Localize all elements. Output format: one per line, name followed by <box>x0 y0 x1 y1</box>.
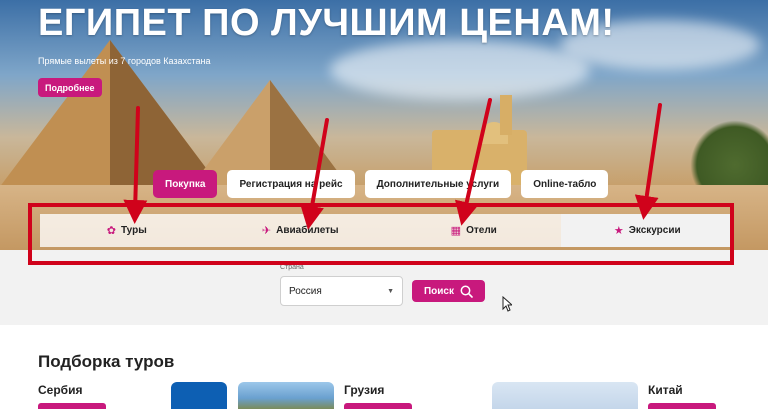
tour-card-image[interactable] <box>238 382 334 409</box>
plane-icon: ✈ <box>261 225 272 237</box>
checkin-button[interactable]: Регистрация на рейс <box>227 170 355 198</box>
tab-label: Туры <box>120 225 147 236</box>
section-title: Подборка туров <box>38 352 175 371</box>
tour-card-image[interactable] <box>492 382 638 409</box>
country-select[interactable]: Россия ▼ <box>280 276 403 306</box>
hotel-icon: ▦ <box>450 225 462 237</box>
tab-excursions[interactable]: ★ Экскурсии <box>560 214 734 247</box>
service-buttons: Покупка Регистрация на рейс Дополнительн… <box>153 170 609 198</box>
hero-subtitle: Прямые вылеты из 7 городов Казахстана <box>38 56 211 66</box>
search-button[interactable]: Поиск <box>412 280 485 302</box>
online-board-button[interactable]: Online-табло <box>521 170 609 198</box>
tab-hotels[interactable]: ▦ Отели <box>387 214 561 247</box>
tour-card-badge[interactable] <box>344 403 412 409</box>
country-value: Россия <box>289 285 322 297</box>
tour-card-badge[interactable] <box>648 403 716 409</box>
search-button-label: Поиск <box>423 285 454 297</box>
hero-title: ЕГИПЕТ ПО ЛУЧШИМ ЦЕНАМ! <box>38 2 615 44</box>
cloud <box>330 40 590 100</box>
extra-services-button[interactable]: Дополнительные услуги <box>364 170 512 198</box>
tab-flights[interactable]: ✈ Авиабилеты <box>214 214 388 247</box>
star-icon: ★ <box>613 225 624 237</box>
palm-icon: ✿ <box>106 225 116 237</box>
chevron-down-icon: ▼ <box>387 287 394 295</box>
search-tabs: ✿ Туры ✈ Авиабилеты ▦ Отели ★ Экскурсии <box>40 214 734 247</box>
tab-label: Авиабилеты <box>276 225 339 236</box>
tour-card-badge[interactable] <box>38 403 106 409</box>
mouse-cursor-icon <box>502 296 512 312</box>
search-icon <box>460 285 473 298</box>
tour-card-name[interactable]: Китай <box>648 383 683 397</box>
buy-button[interactable]: Покупка <box>153 170 218 198</box>
tab-label: Отели <box>466 225 497 236</box>
tab-tours[interactable]: ✿ Туры <box>40 214 214 247</box>
tour-card-name[interactable]: Сербия <box>38 383 82 397</box>
country-label: Страна <box>280 264 304 271</box>
tab-label: Экскурсии <box>628 225 681 236</box>
tour-card-image[interactable] <box>171 382 227 409</box>
tower-image <box>500 95 512 135</box>
more-button[interactable]: Подробнее <box>38 78 102 97</box>
tour-card-name[interactable]: Грузия <box>344 383 384 397</box>
